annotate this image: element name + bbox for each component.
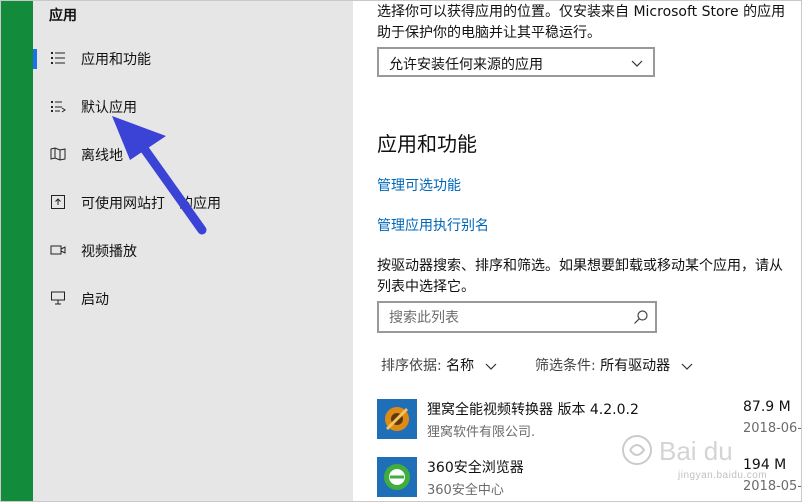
settings-window: 应用 应用和功能 默认应用 离线地 可使用网站打 的应用 视频播放 启动 选择你… (0, 0, 802, 502)
install-source-description: 选择你可以获得应用的位置。仅安装来自 Microsoft Store 的应用 (377, 4, 786, 20)
manage-optional-features-link[interactable]: 管理可选功能 (377, 175, 461, 195)
watermark-logo-icon: Bai du (622, 435, 733, 466)
browser-app-icon (377, 457, 417, 497)
sidebar-item-startup[interactable]: 启动 (33, 279, 353, 319)
search-icon[interactable] (633, 309, 649, 325)
startup-icon (51, 291, 65, 305)
offline-map-icon (50, 147, 66, 161)
svg-text:Bai du: Bai du (659, 436, 733, 466)
app-publisher: 360安全中心 (427, 483, 504, 498)
search-description: 按驱动器搜索、排序和筛选。如果想要卸载或移动某个应用，请从 (377, 258, 783, 274)
main-panel: 选择你可以获得应用的位置。仅安装来自 Microsoft Store 的应用 助… (353, 1, 801, 501)
sidebar-item-label: 启动 (81, 292, 109, 308)
sidebar-item-apps-features[interactable]: 应用和功能 (33, 39, 353, 79)
video-converter-app-icon (377, 399, 417, 439)
sidebar-item-default-apps[interactable]: 默认应用 (33, 87, 353, 127)
sidebar-item-label: 默认应用 (81, 100, 137, 116)
section-title: 应用和功能 (377, 132, 477, 156)
sidebar-item-label: 可使用网站打 的应用 (81, 196, 221, 212)
sidebar-item-label: 离线地 (81, 148, 123, 164)
sidebar-item-label: 应用和功能 (81, 52, 151, 68)
open-with-icon (51, 195, 65, 209)
watermark-text: jingyan.baidu.com (678, 470, 768, 481)
chevron-down-icon (485, 363, 497, 370)
video-icon (50, 245, 66, 255)
sidebar-item-apps-for-websites[interactable]: 可使用网站打 的应用 (33, 183, 353, 223)
install-source-dropdown[interactable]: 允许安装任何来源的应用 (377, 47, 655, 77)
manage-app-alias-link[interactable]: 管理应用执行别名 (377, 215, 489, 235)
sidebar-item-offline-maps[interactable]: 离线地 (33, 135, 353, 175)
list-icon (51, 52, 65, 64)
chevron-down-icon (631, 60, 643, 67)
app-publisher: 狸窝软件有限公司. (427, 425, 536, 440)
sidebar-item-video-playback[interactable]: 视频播放 (33, 231, 353, 271)
left-green-strip (1, 1, 33, 501)
chevron-down-icon (681, 363, 693, 370)
install-source-description-2: 助于保护你的电脑并让其平稳运行。 (377, 25, 601, 41)
search-description-2: 列表中选择它。 (377, 279, 475, 295)
app-name: 360安全浏览器 (427, 460, 524, 476)
app-size: 87.9 M (743, 399, 791, 415)
filter-by-dropdown[interactable]: 筛选条件: 所有驱动器 (535, 355, 693, 375)
app-name: 狸窝全能视频转换器 版本 4.2.0.2 (427, 402, 639, 418)
search-box[interactable] (377, 301, 657, 333)
dropdown-value: 允许安装任何来源的应用 (389, 57, 543, 73)
sidebar-item-label: 视频播放 (81, 244, 137, 260)
sidebar: 应用 应用和功能 默认应用 离线地 可使用网站打 的应用 视频播放 启动 (33, 1, 353, 501)
default-apps-icon (51, 101, 66, 113)
search-input[interactable] (387, 308, 631, 328)
sort-by-dropdown[interactable]: 排序依据: 名称 (381, 355, 497, 375)
sidebar-title: 应用 (49, 8, 77, 24)
